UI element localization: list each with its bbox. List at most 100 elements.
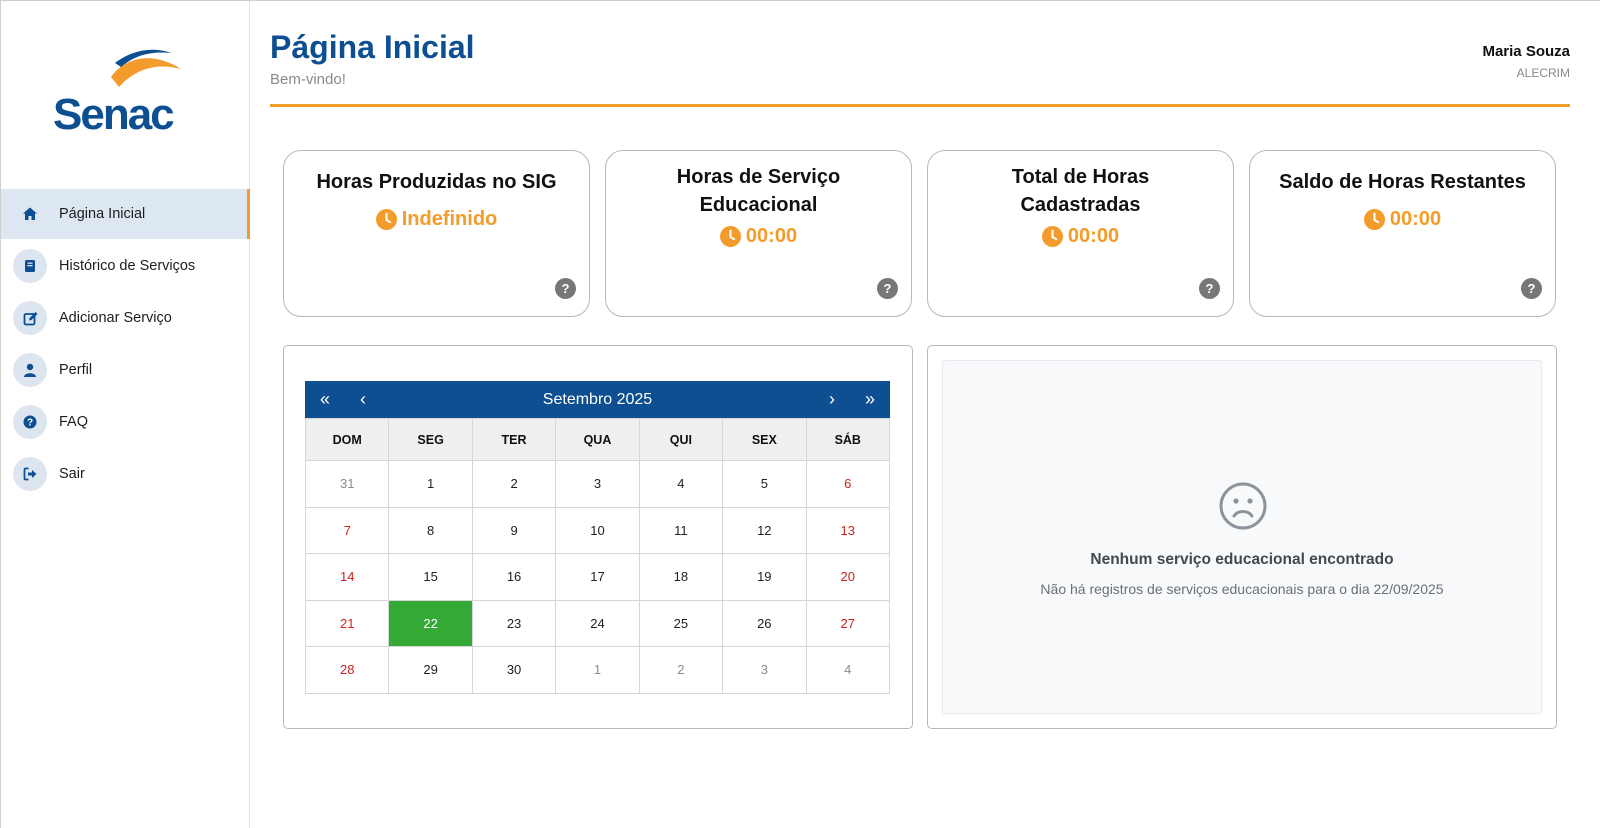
next-month-button[interactable]: › [816, 381, 848, 418]
empty-state-text: Não há registros de serviços educacionai… [1040, 581, 1444, 597]
calendar-day[interactable]: 13 [805, 506, 891, 554]
help-icon[interactable]: ? [1521, 278, 1542, 299]
edit-icon [13, 301, 47, 335]
sidebar-item-adicionar-servico[interactable]: Adicionar Serviço [1, 293, 250, 343]
sidebar-item-label: Adicionar Serviço [59, 310, 172, 326]
sidebar-item-pagina-inicial[interactable]: Página Inicial [1, 189, 250, 239]
calendar-day[interactable]: 9 [471, 506, 557, 554]
calendar-day[interactable]: 4 [638, 460, 724, 508]
help-icon[interactable]: ? [555, 278, 576, 299]
calendar-day[interactable]: 12 [722, 506, 807, 554]
card-value: 00:00 [928, 225, 1233, 248]
calendar-day[interactable]: 2 [638, 646, 724, 694]
calendar-day[interactable]: 26 [722, 599, 807, 647]
calendar-day[interactable]: 4 [805, 646, 891, 694]
card-value: Indefinido [284, 208, 589, 231]
calendar-week-row: 28 29 30 1 2 3 4 [304, 646, 891, 694]
calendar-day[interactable]: 21 [304, 599, 390, 647]
sidebar-item-faq[interactable]: ? FAQ [1, 397, 250, 447]
home-icon [13, 197, 47, 231]
next-year-button[interactable]: » [854, 381, 886, 418]
calendar-day[interactable]: 15 [388, 553, 473, 601]
calendar-day[interactable]: 29 [388, 646, 473, 694]
weekday-header: SÁB [805, 418, 891, 461]
calendar-day[interactable]: 8 [388, 506, 473, 554]
sidebar-item-label: FAQ [59, 414, 89, 430]
help-icon[interactable]: ? [877, 278, 898, 299]
card-horas-sig: Horas Produzidas no SIG Indefinido ? [283, 150, 590, 317]
sidebar-item-label: Página Inicial [59, 206, 146, 222]
sidebar-item-label: Histórico de Serviços [59, 258, 196, 274]
calendar-day[interactable]: 20 [805, 553, 891, 601]
card-horas-servico-educacional: Horas de Serviço Educacional 00:00 ? [605, 150, 912, 317]
weekday-header: SEX [722, 418, 807, 461]
calendar-day[interactable]: 2 [471, 460, 557, 508]
calendar-day[interactable]: 10 [555, 506, 640, 554]
calendar-grid: DOM SEG TER QUA QUI SEX SÁB 31 1 2 3 4 5 6 7 8 9 10 11 12 1… [304, 418, 891, 694]
prev-year-button[interactable]: « [309, 381, 341, 418]
svg-text:?: ? [27, 418, 33, 429]
calendar-day[interactable]: 1 [388, 460, 473, 508]
sidebar-item-historico[interactable]: Histórico de Serviços [1, 241, 250, 291]
card-total-horas-cadastradas: Total de Horas Cadastradas 00:00 ? [927, 150, 1234, 317]
calendar-day[interactable]: 6 [805, 460, 891, 508]
book-icon [13, 249, 47, 283]
calendar-day[interactable]: 30 [471, 646, 557, 694]
calendar-day[interactable]: 3 [555, 460, 640, 508]
user-unit: ALECRIM [1516, 66, 1570, 80]
clock-icon [719, 226, 741, 247]
calendar-day[interactable]: 25 [638, 599, 724, 647]
page-header: Página Inicial Bem-vindo! Maria Souza AL… [270, 31, 1570, 107]
senac-logo[interactable]: Senac [53, 45, 201, 139]
calendar-day[interactable]: 17 [555, 553, 640, 601]
clock-icon [1363, 209, 1385, 230]
empty-state-title: Nenhum serviço educacional encontrado [1090, 551, 1394, 568]
calendar-day[interactable]: 28 [304, 646, 390, 694]
card-title: Horas de Serviço Educacional [676, 166, 841, 216]
logout-icon [13, 457, 47, 491]
calendar-day[interactable]: 14 [304, 553, 390, 601]
page-title: Página Inicial [270, 29, 475, 65]
page-subtitle: Bem-vindo! [270, 71, 346, 88]
calendar-day[interactable]: 27 [805, 599, 891, 647]
calendar-day[interactable]: 16 [471, 553, 557, 601]
calendar-day[interactable]: 24 [555, 599, 640, 647]
calendar-day[interactable]: 1 [555, 646, 640, 694]
clock-icon [1041, 226, 1063, 247]
sidebar: Senac Página Inicial Histórico de Serviç… [1, 1, 250, 828]
calendar-day[interactable]: 23 [471, 599, 557, 647]
calendar-day[interactable]: 3 [722, 646, 807, 694]
user-name: Maria Souza [1482, 43, 1570, 60]
card-value-text: Indefinido [401, 208, 498, 230]
weekday-header: DOM [304, 418, 390, 461]
calendar-day[interactable]: 7 [304, 506, 390, 554]
weekday-header-row: DOM SEG TER QUA QUI SEX SÁB [304, 418, 891, 461]
help-icon[interactable]: ? [1199, 278, 1220, 299]
sidebar-item-sair[interactable]: Sair [1, 449, 250, 499]
calendar-day-selected[interactable]: 22 [388, 599, 473, 647]
services-panel: Nenhum serviço educacional encontrado Nã… [927, 345, 1557, 729]
weekday-header: TER [471, 418, 557, 461]
card-saldo-horas-restantes: Saldo de Horas Restantes 00:00 ? [1249, 150, 1556, 317]
sidebar-item-perfil[interactable]: Perfil [1, 345, 250, 395]
card-value-text: 00:00 [745, 225, 798, 247]
calendar-week-row: 7 8 9 10 11 12 13 [304, 506, 891, 554]
calendar: « ‹ Setembro 2025 › » DOM SEG TER QUA QUI SEX… [304, 381, 891, 694]
empty-state: Nenhum serviço educacional encontrado Nã… [942, 360, 1542, 714]
calendar-day[interactable]: 11 [638, 506, 724, 554]
clock-icon [375, 209, 397, 230]
card-value-text: 00:00 [1067, 225, 1120, 247]
calendar-day[interactable]: 18 [638, 553, 724, 601]
calendar-month-label[interactable]: Setembro 2025 [305, 391, 890, 409]
card-value-text: 00:00 [1389, 208, 1442, 230]
sidebar-item-label: Perfil [59, 362, 93, 378]
calendar-day[interactable]: 19 [722, 553, 807, 601]
card-title: Horas Produzidas no SIG [316, 171, 557, 193]
card-title: Saldo de Horas Restantes [1279, 171, 1526, 193]
user-info: Maria Souza ALECRIM [1482, 43, 1570, 80]
card-title: Total de Horas Cadastradas [1011, 166, 1150, 216]
prev-month-button[interactable]: ‹ [347, 381, 379, 418]
calendar-day[interactable]: 5 [722, 460, 807, 508]
calendar-body: 31 1 2 3 4 5 6 7 8 9 10 11 12 13 14 15 16 17 18 19 20 21 22 23 2… [304, 460, 891, 694]
calendar-day[interactable]: 31 [304, 460, 390, 508]
